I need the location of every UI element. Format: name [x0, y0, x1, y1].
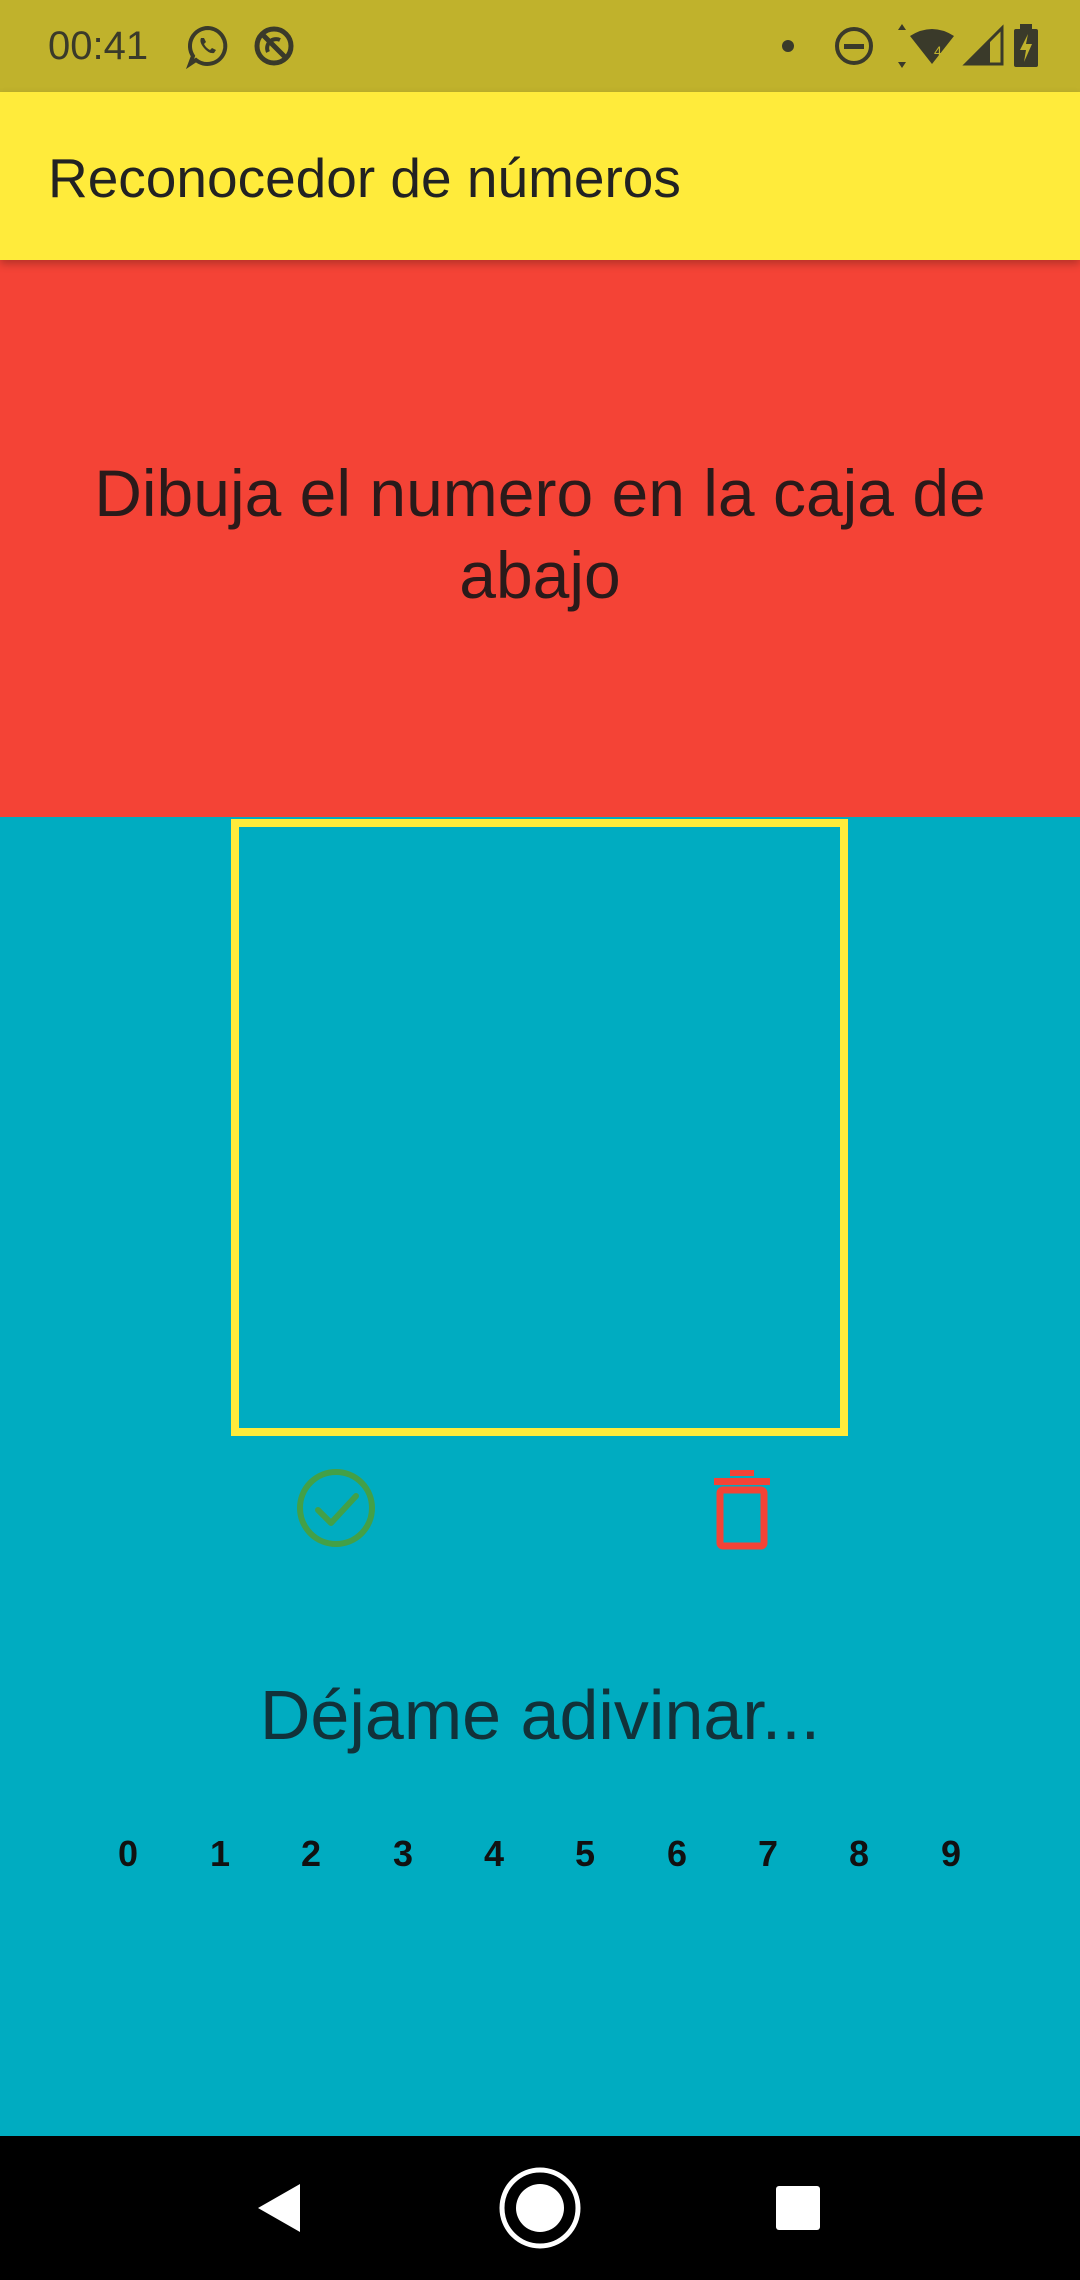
digit-5: 5 — [574, 1833, 596, 1874]
digit-0: 0 — [117, 1833, 139, 1874]
battery-charging-icon — [1014, 24, 1038, 67]
home-icon[interactable] — [490, 2158, 590, 2258]
guess-text: Déjame adivinar... — [259, 1676, 821, 1754]
wifi-icon: 4 — [898, 24, 954, 68]
instruction-text: Dibuja el numero en la caja de abajo — [94, 456, 986, 612]
instruction-panel: Dibuja el numero en la caja de abajo — [0, 260, 1080, 817]
digit-7: 7 — [757, 1833, 779, 1874]
digit-9: 9 — [940, 1833, 962, 1874]
digit-6: 6 — [666, 1833, 688, 1874]
sync-off-icon — [254, 26, 294, 66]
digit-8: 8 — [848, 1833, 870, 1874]
trash-icon[interactable] — [700, 1466, 784, 1550]
navigation-bar — [0, 2136, 1080, 2280]
drawing-canvas[interactable] — [231, 819, 848, 1436]
back-icon[interactable] — [228, 2158, 328, 2258]
app-title: Reconocedor de números — [48, 147, 681, 209]
whatsapp-icon — [185, 25, 228, 70]
app-bar: Reconocedor de números — [0, 92, 1080, 260]
status-time: 00:41 — [48, 24, 149, 68]
svg-text:4: 4 — [934, 43, 942, 59]
digit-1: 1 — [209, 1833, 231, 1874]
status-bar: 00:41 4 — [0, 0, 1080, 92]
recents-icon[interactable] — [748, 2158, 848, 2258]
digit-2: 2 — [300, 1833, 322, 1874]
dot-icon — [782, 40, 794, 52]
digit-4: 4 — [483, 1833, 505, 1874]
do-not-disturb-icon — [835, 27, 873, 65]
signal-icon — [962, 24, 1004, 66]
digits-row: 0 1 2 3 4 5 6 7 8 9 — [0, 1828, 1080, 1880]
check-circle-icon[interactable] — [294, 1466, 378, 1550]
digit-3: 3 — [392, 1833, 414, 1874]
